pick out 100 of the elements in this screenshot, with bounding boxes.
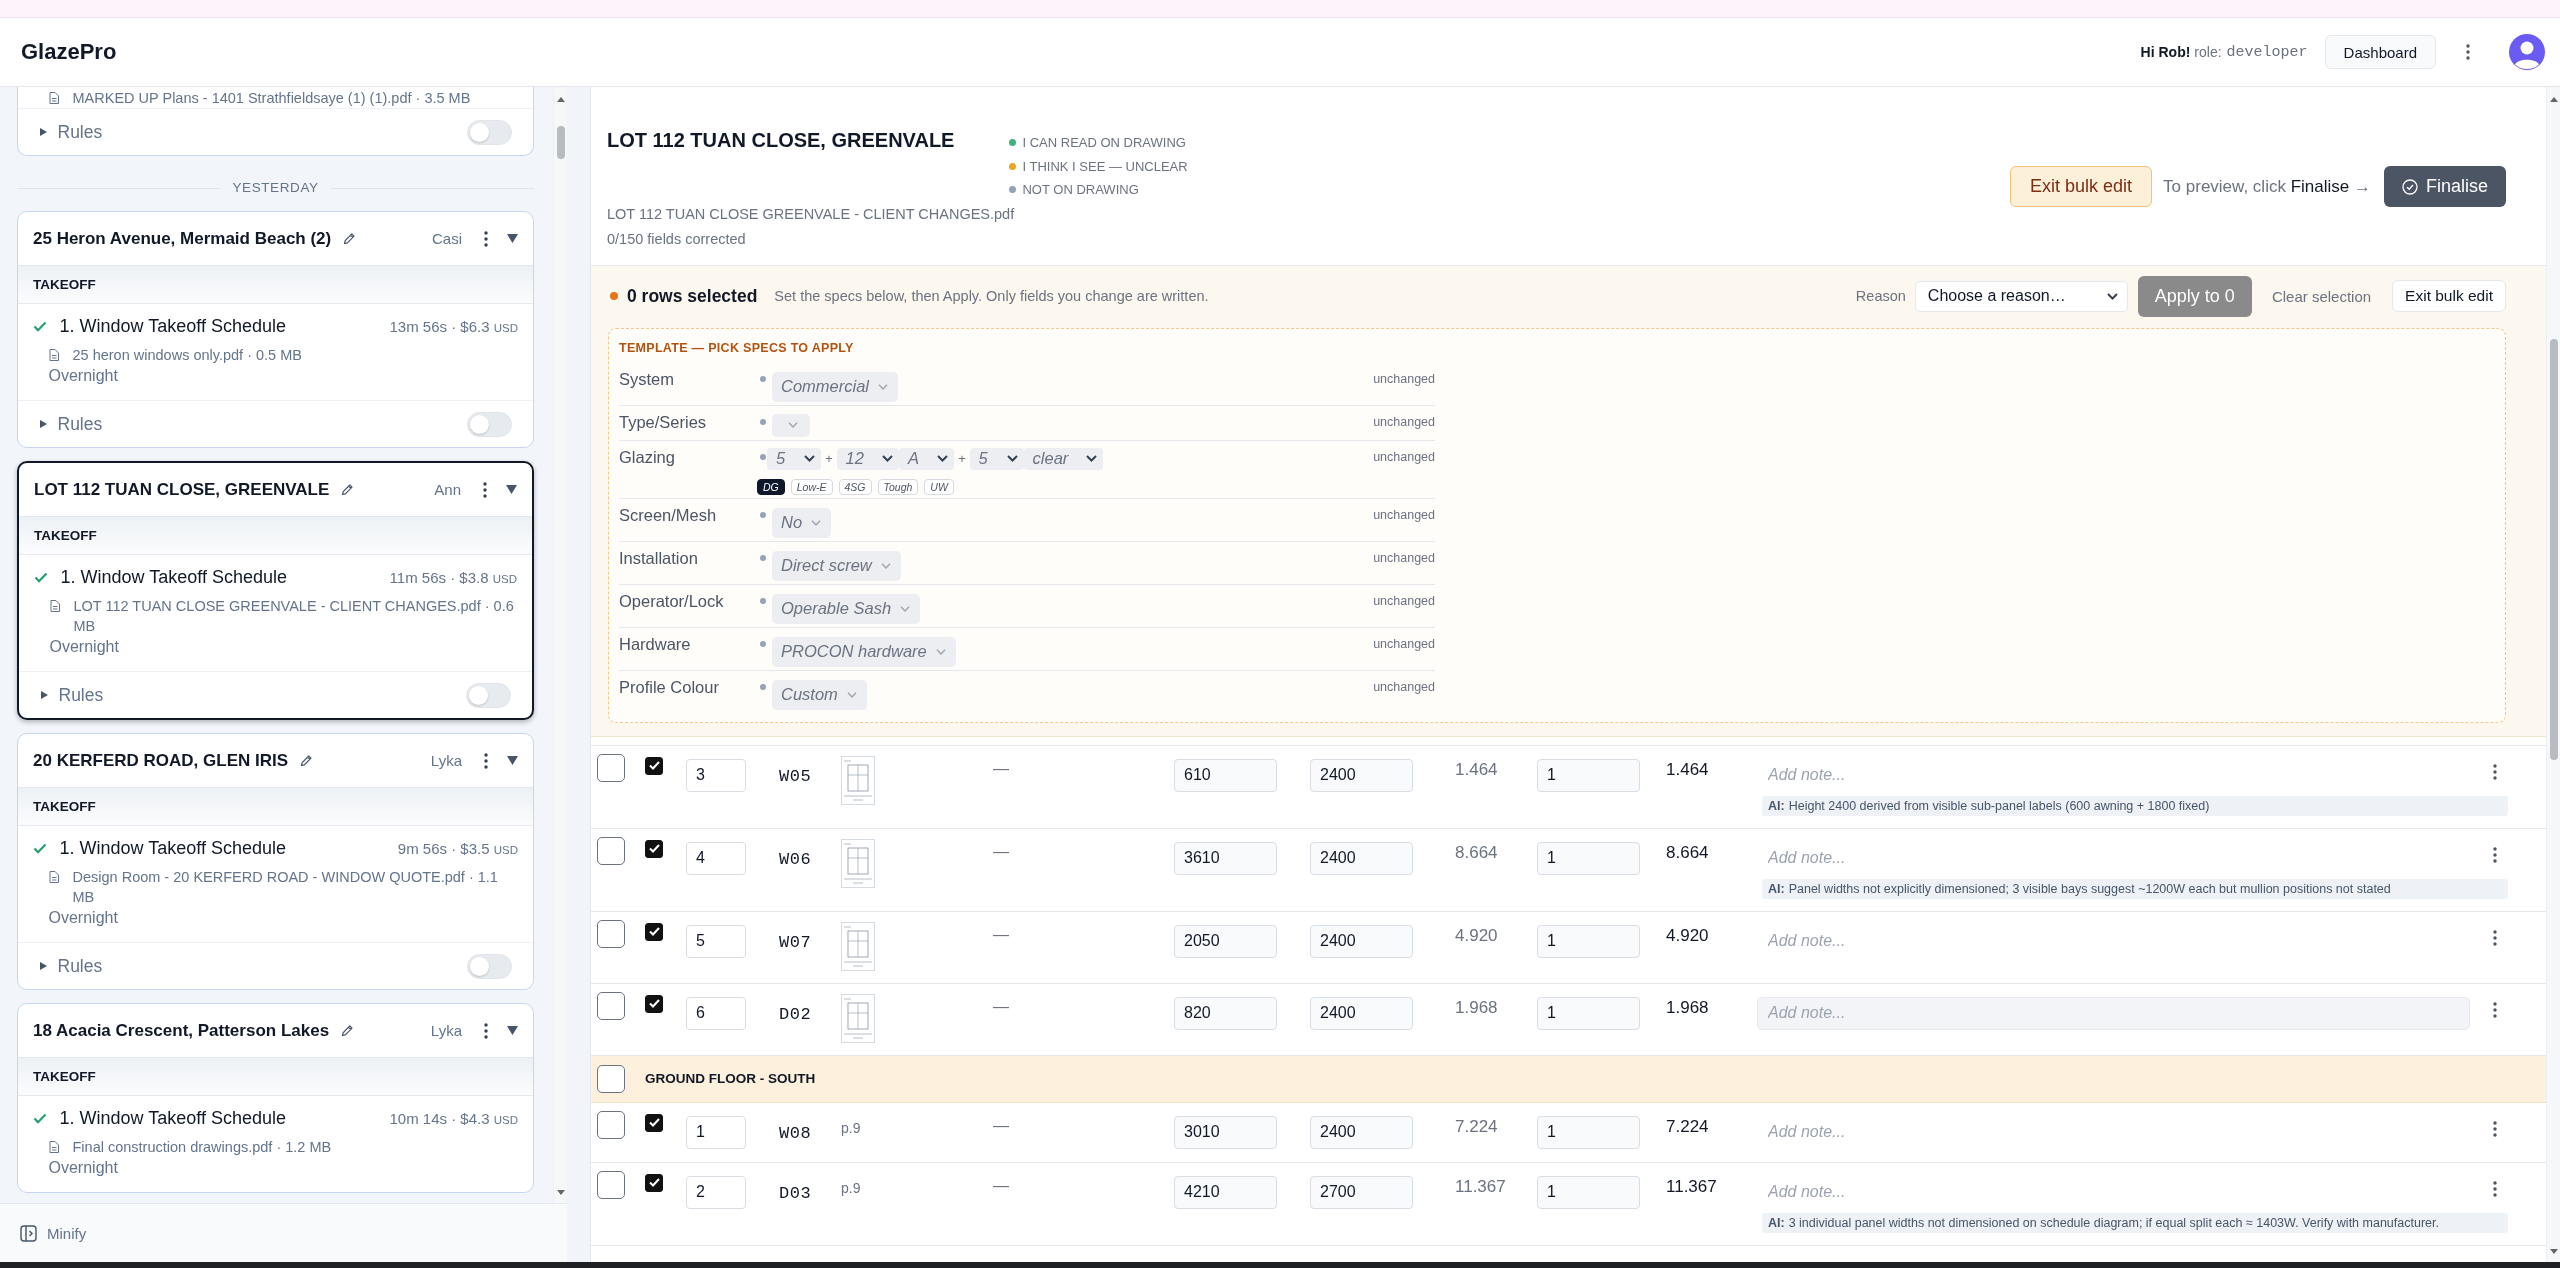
scrollbar[interactable] bbox=[2546, 87, 2560, 1262]
job-card[interactable]: MARKED UP Plans - 1401 Strathfieldsaye (1) (1).pdf · 3.5 MB Rules bbox=[17, 87, 534, 156]
kebab-menu-icon[interactable] bbox=[2466, 44, 2470, 60]
position-input[interactable]: 6 bbox=[686, 996, 746, 1030]
glazing-select[interactable]: 12 bbox=[836, 447, 899, 470]
scroll-up-icon[interactable] bbox=[2549, 97, 2558, 102]
position-input[interactable]: 2 bbox=[686, 1175, 746, 1209]
kebab-menu-icon[interactable] bbox=[484, 752, 488, 769]
width-input[interactable]: 610 bbox=[1174, 758, 1277, 792]
task-title[interactable]: 1. Window Takeoff Schedule bbox=[59, 837, 286, 859]
job-card[interactable]: LOT 112 TUAN CLOSE, GREENVALE Ann TAKEOFF 1. Window Takeoff Schedule 11m 56s · $3.8 USD LOT 112 TUAN CLOSE GREENVALE - CLIENT CHANGES.pdf · 0.6 MB Overnight Rules bbox=[17, 461, 534, 720]
scrollbar-thumb[interactable] bbox=[556, 126, 565, 159]
quantity-input[interactable]: 1 bbox=[1537, 996, 1640, 1030]
finalise-button[interactable]: Finalise bbox=[2383, 166, 2506, 207]
include-checkbox[interactable] bbox=[645, 1113, 663, 1132]
clear-selection-link[interactable]: Clear selection bbox=[2271, 287, 2372, 305]
spec-select[interactable]: Commercial bbox=[772, 371, 898, 402]
rules-label[interactable]: Rules bbox=[58, 684, 104, 706]
position-input[interactable]: 4 bbox=[686, 841, 746, 875]
spec-select[interactable]: PROCON hardware bbox=[772, 636, 956, 667]
exit-bulk-edit-button[interactable]: Exit bulk edit bbox=[2010, 166, 2153, 207]
caret-down-icon[interactable] bbox=[507, 1026, 518, 1035]
kebab-menu-icon[interactable] bbox=[484, 1022, 488, 1039]
note-input[interactable]: Add note... bbox=[1757, 841, 2470, 875]
user-avatar-icon[interactable] bbox=[2509, 34, 2545, 70]
pencil-icon[interactable] bbox=[341, 483, 355, 496]
position-input[interactable]: 1 bbox=[686, 1115, 746, 1149]
rules-toggle[interactable] bbox=[465, 682, 511, 708]
row-select-checkbox[interactable] bbox=[597, 1110, 625, 1139]
height-input[interactable]: 2400 bbox=[1310, 758, 1413, 792]
width-input[interactable]: 3010 bbox=[1174, 1115, 1277, 1149]
glazing-chip[interactable]: UW bbox=[924, 478, 954, 495]
kebab-menu-icon[interactable] bbox=[2493, 1180, 2497, 1197]
pencil-icon[interactable] bbox=[300, 754, 314, 767]
caret-right-icon[interactable] bbox=[39, 420, 47, 428]
include-checkbox[interactable] bbox=[645, 839, 663, 858]
glazing-select[interactable]: 5 bbox=[969, 447, 1024, 470]
rules-label[interactable]: Rules bbox=[57, 955, 103, 977]
height-input[interactable]: 2400 bbox=[1310, 841, 1413, 875]
row-select-checkbox[interactable] bbox=[597, 1170, 625, 1199]
glazing-select[interactable]: A bbox=[898, 447, 954, 470]
row-select-checkbox[interactable] bbox=[597, 1064, 625, 1093]
minify-button[interactable]: Minify bbox=[20, 1224, 87, 1242]
kebab-menu-icon[interactable] bbox=[2493, 846, 2497, 863]
caret-down-icon[interactable] bbox=[507, 234, 518, 243]
rules-toggle[interactable] bbox=[466, 411, 512, 437]
quantity-input[interactable]: 1 bbox=[1537, 758, 1640, 792]
width-input[interactable]: 3610 bbox=[1174, 841, 1277, 875]
caret-right-icon[interactable] bbox=[40, 691, 48, 699]
kebab-menu-icon[interactable] bbox=[2493, 1120, 2497, 1137]
caret-down-icon[interactable] bbox=[507, 756, 518, 765]
position-input[interactable]: 3 bbox=[686, 758, 746, 792]
width-input[interactable]: 820 bbox=[1174, 996, 1277, 1030]
quantity-input[interactable]: 1 bbox=[1537, 924, 1640, 958]
row-select-checkbox[interactable] bbox=[597, 753, 625, 782]
spec-select[interactable]: No bbox=[772, 507, 832, 538]
height-input[interactable]: 2400 bbox=[1310, 924, 1413, 958]
glazing-chip[interactable]: Low-E bbox=[790, 478, 833, 495]
glazing-select[interactable]: clear bbox=[1023, 447, 1104, 470]
kebab-menu-icon[interactable] bbox=[2493, 1001, 2497, 1018]
kebab-menu-icon[interactable] bbox=[484, 230, 488, 247]
scrollbar-thumb[interactable] bbox=[2549, 339, 2558, 760]
pencil-icon[interactable] bbox=[343, 232, 357, 245]
kebab-menu-icon[interactable] bbox=[483, 481, 487, 498]
quantity-input[interactable]: 1 bbox=[1537, 841, 1640, 875]
rules-toggle[interactable] bbox=[466, 119, 512, 145]
width-input[interactable]: 2050 bbox=[1174, 924, 1277, 958]
scroll-down-icon[interactable] bbox=[2549, 1249, 2558, 1254]
job-card[interactable]: 25 Heron Avenue, Mermaid Beach (2) Casi TAKEOFF 1. Window Takeoff Schedule 13m 56s · $6.3 USD 25 heron windows only.pdf · 0.5 MB Overnight Rules bbox=[17, 211, 534, 448]
job-card[interactable]: 18 Acacia Crescent, Patterson Lakes Lyka TAKEOFF 1. Window Takeoff Schedule 10m 14s · $4.3 USD Final construction drawings.pdf · 1.2 MB Overnight bbox=[17, 1003, 534, 1193]
scroll-down-icon[interactable] bbox=[556, 1190, 565, 1195]
caret-down-icon[interactable] bbox=[506, 485, 517, 494]
rules-label[interactable]: Rules bbox=[57, 121, 103, 143]
quantity-input[interactable]: 1 bbox=[1537, 1175, 1640, 1209]
note-input[interactable]: Add note... bbox=[1757, 758, 2470, 792]
height-input[interactable]: 2700 bbox=[1310, 1175, 1413, 1209]
glazing-chip[interactable]: 4SG bbox=[838, 478, 872, 495]
glazing-chip[interactable]: Tough bbox=[877, 478, 919, 495]
row-select-checkbox[interactable] bbox=[597, 836, 625, 865]
kebab-menu-icon[interactable] bbox=[2493, 763, 2497, 780]
row-select-checkbox[interactable] bbox=[597, 991, 625, 1020]
note-input[interactable]: Add note... bbox=[1757, 1175, 2470, 1209]
scrollbar[interactable] bbox=[553, 87, 567, 1203]
position-input[interactable]: 5 bbox=[686, 924, 746, 958]
include-checkbox[interactable] bbox=[645, 994, 663, 1013]
scroll-up-icon[interactable] bbox=[556, 97, 565, 102]
exit-bulk-edit-button[interactable]: Exit bulk edit bbox=[2392, 280, 2506, 312]
include-checkbox[interactable] bbox=[645, 1173, 663, 1192]
spec-select[interactable]: Operable Sash bbox=[772, 593, 921, 624]
caret-right-icon[interactable] bbox=[39, 128, 47, 136]
row-select-checkbox[interactable] bbox=[597, 919, 625, 948]
task-title[interactable]: 1. Window Takeoff Schedule bbox=[60, 566, 287, 588]
job-card[interactable]: 20 KERFERD ROAD, GLEN IRIS Lyka TAKEOFF 1. Window Takeoff Schedule 9m 56s · $3.5 USD Design Room - 20 KERFERD ROAD - WINDOW QUOTE.pdf · 1.1 MB Overnight Rules bbox=[17, 733, 534, 990]
task-title[interactable]: 1. Window Takeoff Schedule bbox=[59, 1107, 286, 1129]
height-input[interactable]: 2400 bbox=[1310, 996, 1413, 1030]
spec-select[interactable]: Custom bbox=[772, 679, 867, 710]
glazing-select[interactable]: 5 bbox=[767, 447, 821, 470]
note-input[interactable]: Add note... bbox=[1757, 996, 2470, 1030]
caret-right-icon[interactable] bbox=[39, 962, 47, 970]
note-input[interactable]: Add note... bbox=[1757, 924, 2470, 958]
